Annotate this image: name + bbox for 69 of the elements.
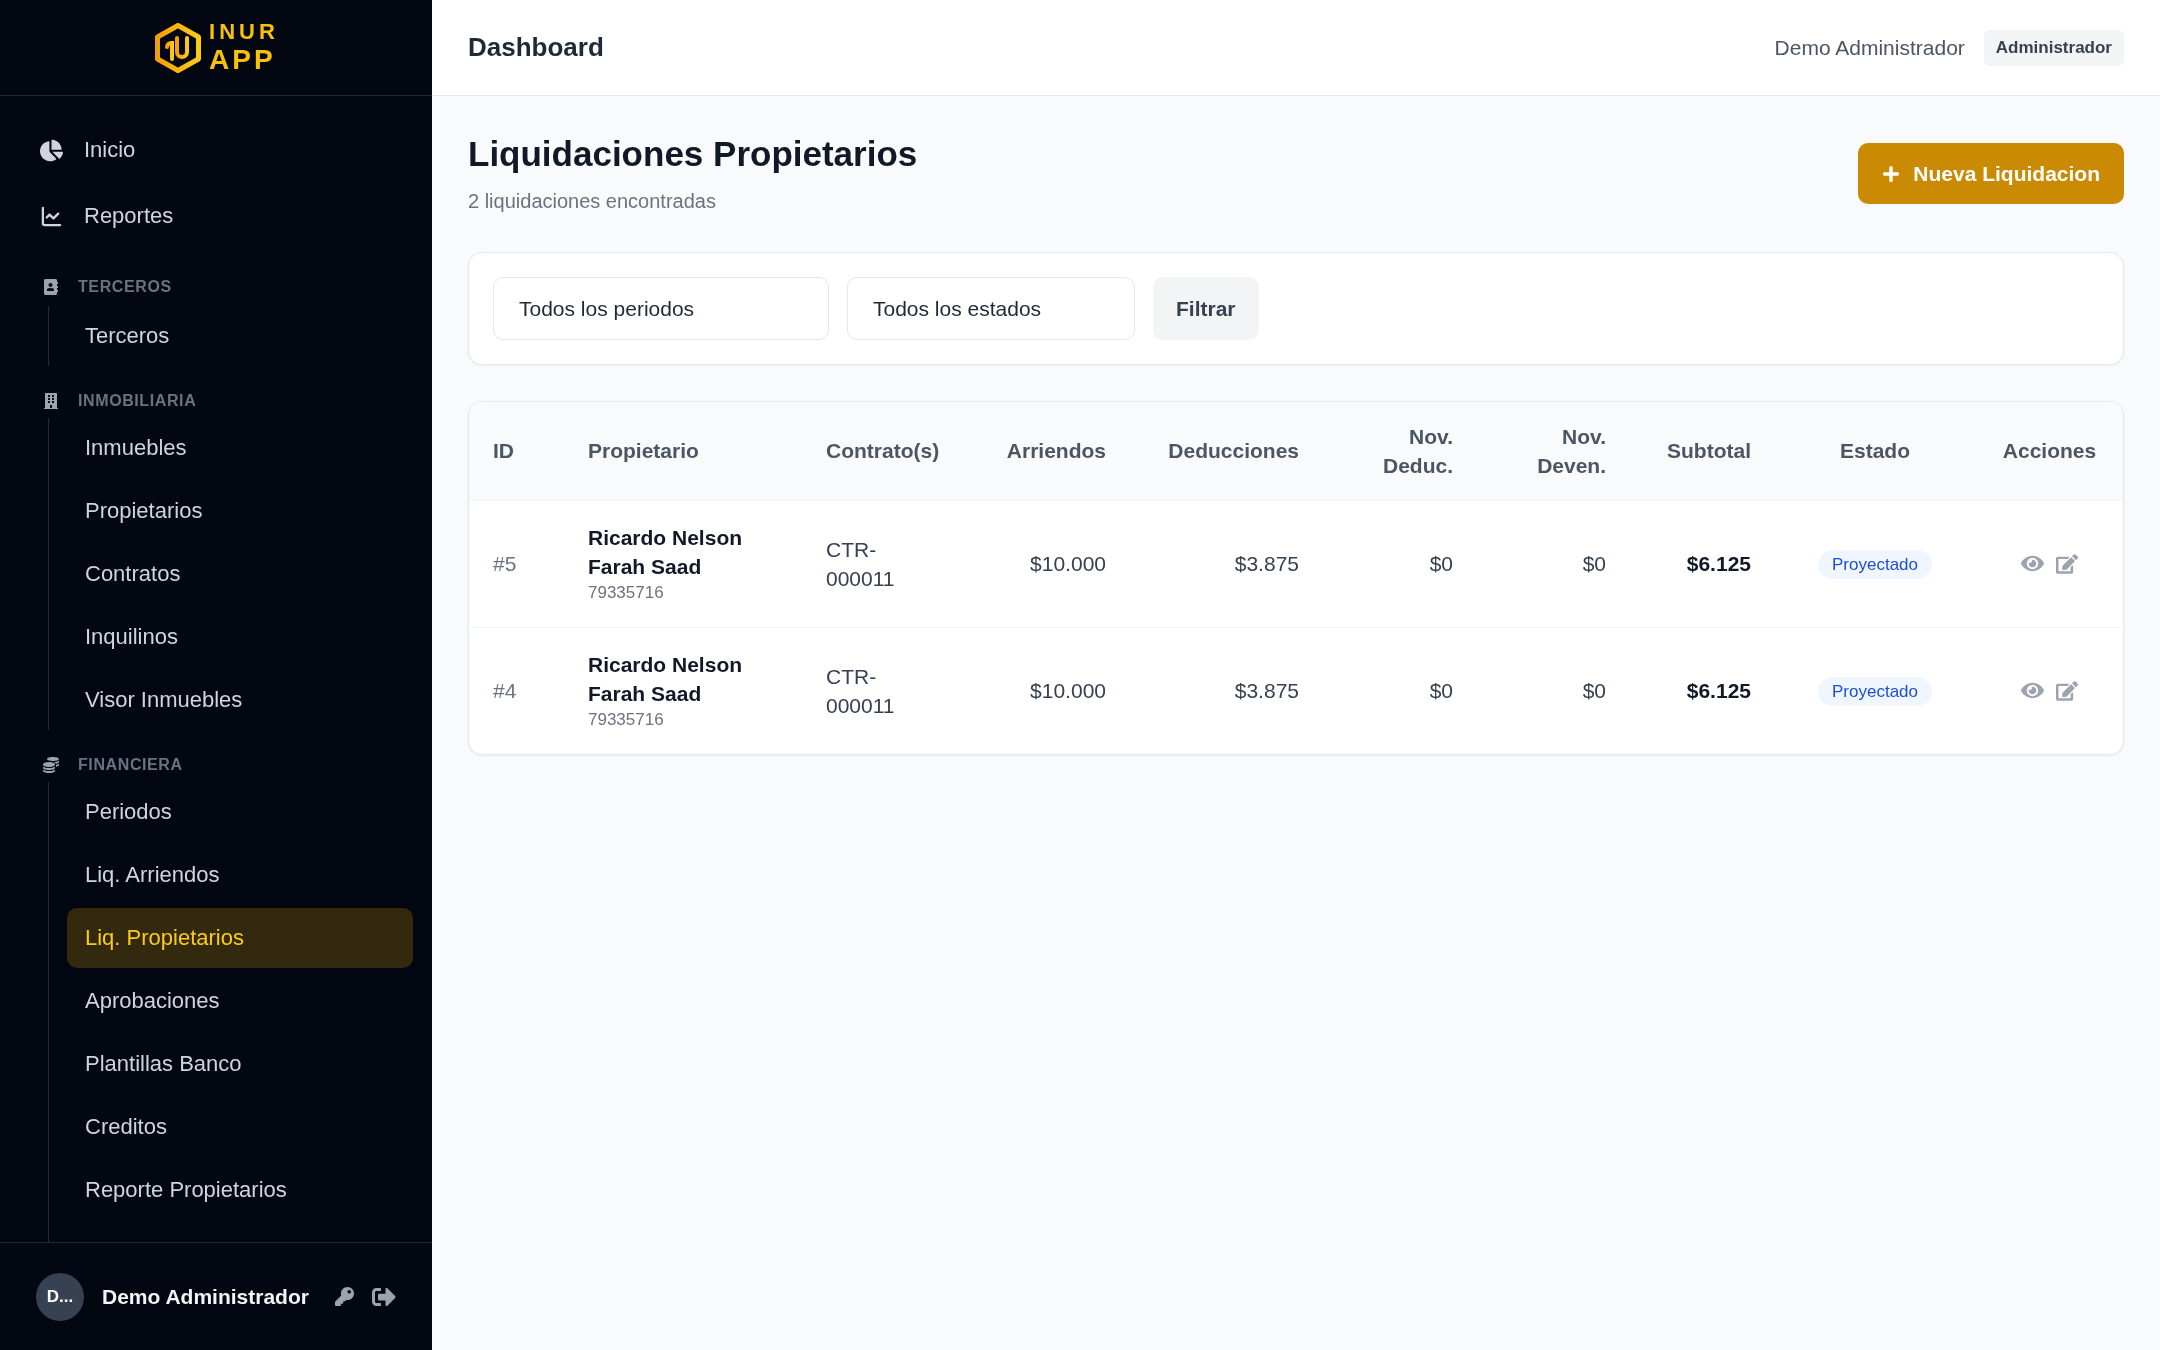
user-name: Demo Administrador: [102, 1284, 309, 1309]
nav-item[interactable]: Reportes: [28, 188, 413, 244]
status-badge: Proyectado: [1818, 550, 1932, 579]
table-cell: $3.875: [1130, 627, 1323, 754]
nav-item[interactable]: Creditos: [67, 1097, 413, 1157]
nav-item[interactable]: Propietarios: [67, 481, 413, 541]
role-badge: Administrador: [1983, 29, 2124, 66]
column-header: Nov. Deduc.: [1323, 402, 1477, 500]
nav-item[interactable]: Periodos: [67, 782, 413, 842]
nav-item[interactable]: Terceros: [67, 306, 413, 366]
table-cell: $6.125: [1630, 500, 1775, 627]
edit-icon[interactable]: [2056, 552, 2078, 575]
nav-item[interactable]: Contratos: [67, 544, 413, 604]
nav-item[interactable]: Aprobaciones: [67, 971, 413, 1031]
section-label: INMOBILIARIA: [78, 392, 197, 410]
table-cell: #4: [469, 627, 564, 754]
table-cell: $0: [1323, 627, 1477, 754]
user-avatar: D...: [36, 1272, 84, 1321]
table-cell: $10.000: [976, 627, 1130, 754]
column-header: Propietario: [564, 402, 802, 500]
column-header: Subtotal: [1630, 402, 1775, 500]
column-header: Estado: [1775, 402, 1975, 500]
table-cell: $0: [1323, 500, 1477, 627]
logo-text: INUR APP: [209, 21, 279, 74]
period-select[interactable]: Todos los periodos: [493, 277, 829, 340]
status-badge: Proyectado: [1818, 677, 1932, 707]
nav-item[interactable]: Liq. Propietarios: [67, 908, 413, 968]
status-select[interactable]: Todos los estados: [847, 277, 1135, 340]
column-header: Acciones: [1975, 402, 2123, 500]
user-name: Demo Administrador: [1774, 35, 1965, 60]
line-chart-icon: [40, 204, 63, 228]
key-icon[interactable]: [335, 1287, 354, 1306]
contract-code: CTR-000011: [826, 536, 896, 592]
filter-button[interactable]: Filtrar: [1153, 277, 1259, 340]
nav-item[interactable]: Inicio: [28, 122, 413, 178]
section-label: FINANCIERA: [78, 756, 183, 774]
nav-item[interactable]: Inquilinos: [67, 607, 413, 667]
nav-item[interactable]: Liq. Arriendos: [67, 845, 413, 905]
result-count: 2 liquidaciones encontradas: [468, 189, 716, 214]
table-cell: $6.125: [1630, 627, 1775, 754]
pie-chart-icon: [40, 138, 63, 162]
table-cell: $3.875: [1130, 500, 1323, 627]
address-book-icon: [43, 279, 59, 295]
page-title: Liquidaciones Propietarios: [468, 133, 918, 175]
nav-item[interactable]: Plantillas Banco: [67, 1034, 413, 1094]
table-cell: $0: [1477, 627, 1630, 754]
table-cell: #5: [469, 500, 564, 627]
app-title: Dashboard: [468, 32, 604, 63]
table-cell: $10.000: [976, 500, 1130, 627]
nav-item[interactable]: Inmuebles: [67, 418, 413, 478]
coins-icon: [43, 757, 59, 773]
nav-item[interactable]: Visor Inmuebles: [67, 670, 413, 730]
contract-code: CTR-000011: [826, 663, 896, 719]
building-icon: [43, 393, 59, 409]
plus-icon: [1882, 164, 1901, 183]
column-header: ID: [469, 402, 564, 500]
column-header: Deducciones: [1130, 402, 1323, 500]
nav-item[interactable]: Reporte Propietarios: [67, 1160, 413, 1220]
column-header: Contrato(s): [802, 402, 976, 500]
column-header: Nov. Deven.: [1477, 402, 1630, 500]
table-cell: $0: [1477, 500, 1630, 627]
owner-document: 79335716: [588, 581, 665, 604]
owner-document: 79335716: [588, 708, 665, 731]
owner-name: Ricardo Nelson Farah Saad: [588, 651, 744, 707]
edit-icon[interactable]: [2056, 679, 2078, 702]
column-header: Arriendos: [976, 402, 1130, 500]
section-label: TERCEROS: [78, 278, 172, 296]
owner-name: Ricardo Nelson Farah Saad: [588, 524, 744, 580]
logo-icon: [153, 22, 204, 73]
